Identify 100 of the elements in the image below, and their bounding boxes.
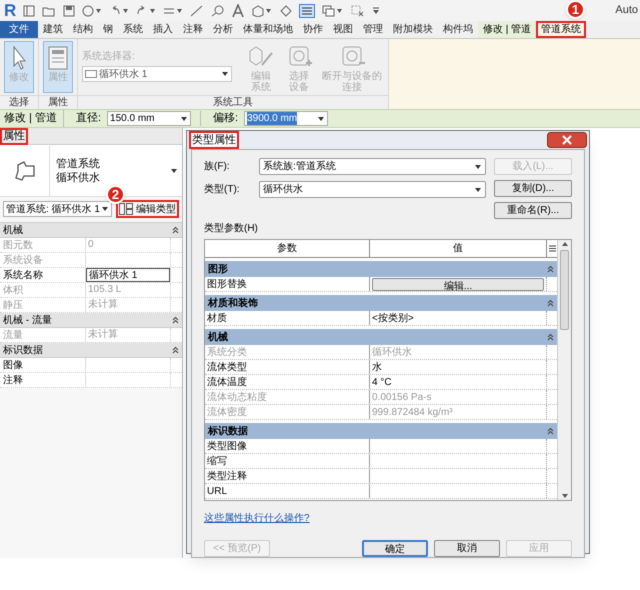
ribbon-tab[interactable]: 分析 xyxy=(208,21,238,38)
property-name: 注释 xyxy=(0,373,86,387)
parameter-value: 循环供水 xyxy=(372,346,412,360)
collapse-icon[interactable] xyxy=(547,299,554,307)
collapse-icon[interactable] xyxy=(172,226,179,234)
ribbon-tab[interactable]: 钢 xyxy=(98,21,118,38)
parameter-name: 系统分类 xyxy=(205,345,370,359)
field-label: 直径: xyxy=(74,111,102,126)
parameter-name: 流体密度 xyxy=(205,405,370,419)
parameter-value[interactable]: <按类别> xyxy=(372,310,414,326)
type-name: 管道系统 xyxy=(56,156,101,170)
ribbon-tab[interactable]: 协作 xyxy=(298,21,328,38)
close-icon[interactable] xyxy=(547,132,587,148)
parameter-name: 图形替换 xyxy=(205,277,370,291)
customize-icon[interactable] xyxy=(372,4,380,16)
ribbon-tab[interactable]: 结构 xyxy=(68,21,98,38)
panel-label: 系统工具 xyxy=(78,95,388,109)
combo-box[interactable]: 系统族:管道系统 xyxy=(259,158,486,175)
palette-title: 属性 xyxy=(0,128,28,144)
value-field[interactable]: 150.0 mm xyxy=(107,111,192,126)
parameter-name: 流体温度 xyxy=(205,375,370,389)
text-icon[interactable] xyxy=(232,4,244,18)
ribbon-tab[interactable]: 文件 xyxy=(0,21,38,38)
save-icon[interactable] xyxy=(63,4,76,16)
parameter-name: 类型注释 xyxy=(205,469,370,483)
redo-icon[interactable] xyxy=(136,4,156,16)
panel-label: 选择 xyxy=(0,95,38,109)
section-label: 类型参数(H) xyxy=(204,222,259,236)
caret-icon xyxy=(221,70,229,78)
ribbon-tab[interactable]: 体量和场地 xyxy=(238,21,298,38)
property-value: 未计算 xyxy=(87,328,119,342)
property-name: 图元数 xyxy=(0,238,86,252)
menu-icon[interactable] xyxy=(548,245,556,252)
scroll-up-icon[interactable] xyxy=(560,240,568,248)
ribbon-tab[interactable]: 构件坞 xyxy=(438,21,478,38)
dialog-button[interactable]: 取消 xyxy=(434,540,500,557)
system-selector-dropdown[interactable]: 循环供水 1 xyxy=(82,66,232,82)
field-label: 偏移: xyxy=(212,111,238,126)
caret-icon xyxy=(474,186,482,194)
scrollbar-thumb[interactable] xyxy=(560,250,569,330)
ribbon-tab[interactable]: 修改 | 管道 xyxy=(478,21,536,38)
field-label: 类型(T): xyxy=(204,182,241,197)
property-value: 105.3 L xyxy=(87,283,122,297)
app-logo: R xyxy=(4,2,16,19)
group-header: 标识数据 xyxy=(3,344,43,358)
dialog-title: 类型属性 xyxy=(189,131,239,149)
field-label: 族(F): xyxy=(204,160,231,174)
caret-icon xyxy=(101,205,109,213)
window-title: Auto xyxy=(615,3,639,18)
parameter-value: 0.00156 Pa-s xyxy=(372,390,432,404)
ribbon-tab[interactable]: 附加模块 xyxy=(388,21,438,38)
column-header: 值 xyxy=(370,240,547,257)
collapse-icon[interactable] xyxy=(547,427,554,435)
parameter-name: 缩写 xyxy=(205,454,370,468)
ribbon-tab[interactable]: 系统 xyxy=(118,21,148,38)
thin-lines-icon[interactable] xyxy=(299,4,316,18)
property-name: 流量 xyxy=(0,328,86,342)
window-icon[interactable] xyxy=(23,4,36,16)
folder-icon[interactable] xyxy=(42,4,56,16)
ribbon-tab[interactable]: 管道系统 xyxy=(536,21,586,38)
ribbon-tab[interactable]: 建筑 xyxy=(38,21,68,38)
caret-icon xyxy=(474,162,482,170)
property-name: 静压 xyxy=(0,298,86,312)
help-link[interactable]: 这些属性执行什么操作? xyxy=(204,511,310,526)
parameter-value[interactable]: 水 xyxy=(372,360,382,374)
ribbon-tab[interactable]: 管理 xyxy=(358,21,388,38)
parameter-name: 材质 xyxy=(205,311,370,325)
scroll-down-icon[interactable] xyxy=(560,492,568,500)
parameter-value[interactable]: 4 °C xyxy=(372,374,392,390)
combo-box[interactable]: 循环供水 xyxy=(259,181,486,198)
dialog-button[interactable]: 复制(D)... xyxy=(494,180,572,197)
caret-icon[interactable] xyxy=(170,166,178,174)
close-hidden-icon[interactable] xyxy=(351,4,366,16)
ribbon-tab[interactable]: 视图 xyxy=(328,21,358,38)
edit-button[interactable]: 编辑... xyxy=(372,278,544,290)
collapse-icon[interactable] xyxy=(547,333,554,341)
parameter-name: 流体类型 xyxy=(205,360,370,374)
context-label: 修改 | 管道 xyxy=(4,110,64,127)
parameter-name: URL xyxy=(205,484,370,498)
ribbon-tab[interactable]: 注释 xyxy=(178,21,208,38)
parameter-value: 999.872484 kg/m³ xyxy=(372,406,453,420)
caret-icon xyxy=(317,114,326,122)
group-header: 机械 - 流量 xyxy=(3,314,52,328)
dialog-button[interactable]: 确定 xyxy=(362,540,428,557)
value-field[interactable]: 3900.0 mm xyxy=(244,111,328,126)
type-name: 循环供水 xyxy=(56,170,101,184)
instance-selector[interactable]: 管道系统: 循环供水 1 xyxy=(3,201,112,217)
collapse-icon[interactable] xyxy=(547,265,554,273)
edit-type-icon xyxy=(119,203,133,215)
property-value: 未计算 xyxy=(87,298,119,312)
collapse-icon[interactable] xyxy=(172,346,179,354)
edit-type-button[interactable]: 编辑类型 xyxy=(116,200,179,218)
group-header: 材质和装饰 xyxy=(208,296,258,310)
ribbon-tab[interactable]: 插入 xyxy=(148,21,178,38)
collapse-icon[interactable] xyxy=(172,316,179,324)
parameter-name: 类型图像 xyxy=(205,439,370,453)
switch-windows-icon[interactable] xyxy=(322,4,344,16)
dialog-button[interactable]: 重命名(R)... xyxy=(494,202,572,219)
property-name: 体积 xyxy=(0,283,86,297)
property-value[interactable]: 循环供水 1 xyxy=(86,268,170,282)
